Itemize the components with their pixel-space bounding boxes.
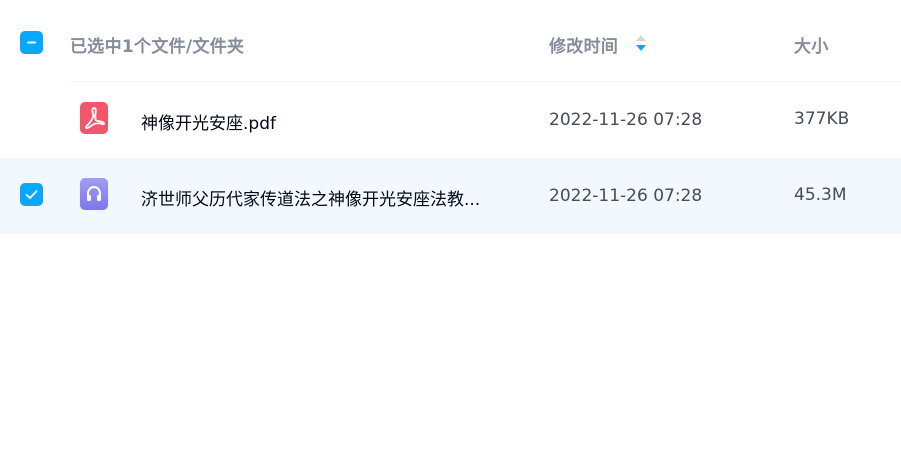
file-name[interactable]: 神像开光安座.pdf — [141, 109, 276, 134]
audio-file-icon — [80, 178, 108, 210]
minus-icon — [27, 41, 36, 44]
pdf-file-icon — [80, 102, 108, 134]
column-header-modified[interactable]: 修改时间 — [549, 32, 618, 57]
file-modified-time: 2022-11-26 07:28 — [549, 110, 703, 130]
row-checkbox[interactable] — [20, 183, 43, 206]
table-row[interactable]: 济世师父历代家传道法之神像开光安座法教... 2022-11-26 07:28 … — [0, 158, 901, 234]
file-name[interactable]: 济世师父历代家传道法之神像开光安座法教... — [141, 185, 480, 210]
file-modified-time: 2022-11-26 07:28 — [549, 186, 703, 206]
selection-count-label: 已选中1个文件/文件夹 — [70, 37, 245, 57]
list-header: 已选中1个文件/文件夹 修改时间 大小 — [0, 0, 901, 82]
file-list: 已选中1个文件/文件夹 修改时间 大小 神像开光安座.pdf 2022-11-2… — [0, 0, 901, 451]
sort-descending-icon[interactable] — [634, 34, 648, 52]
select-all-checkbox[interactable] — [20, 31, 43, 54]
column-header-size[interactable]: 大小 — [794, 32, 829, 57]
file-size: 377KB — [794, 109, 850, 129]
file-size: 45.3M — [794, 185, 847, 205]
check-icon — [25, 190, 38, 199]
table-row[interactable]: 神像开光安座.pdf 2022-11-26 07:28 377KB — [0, 82, 901, 158]
